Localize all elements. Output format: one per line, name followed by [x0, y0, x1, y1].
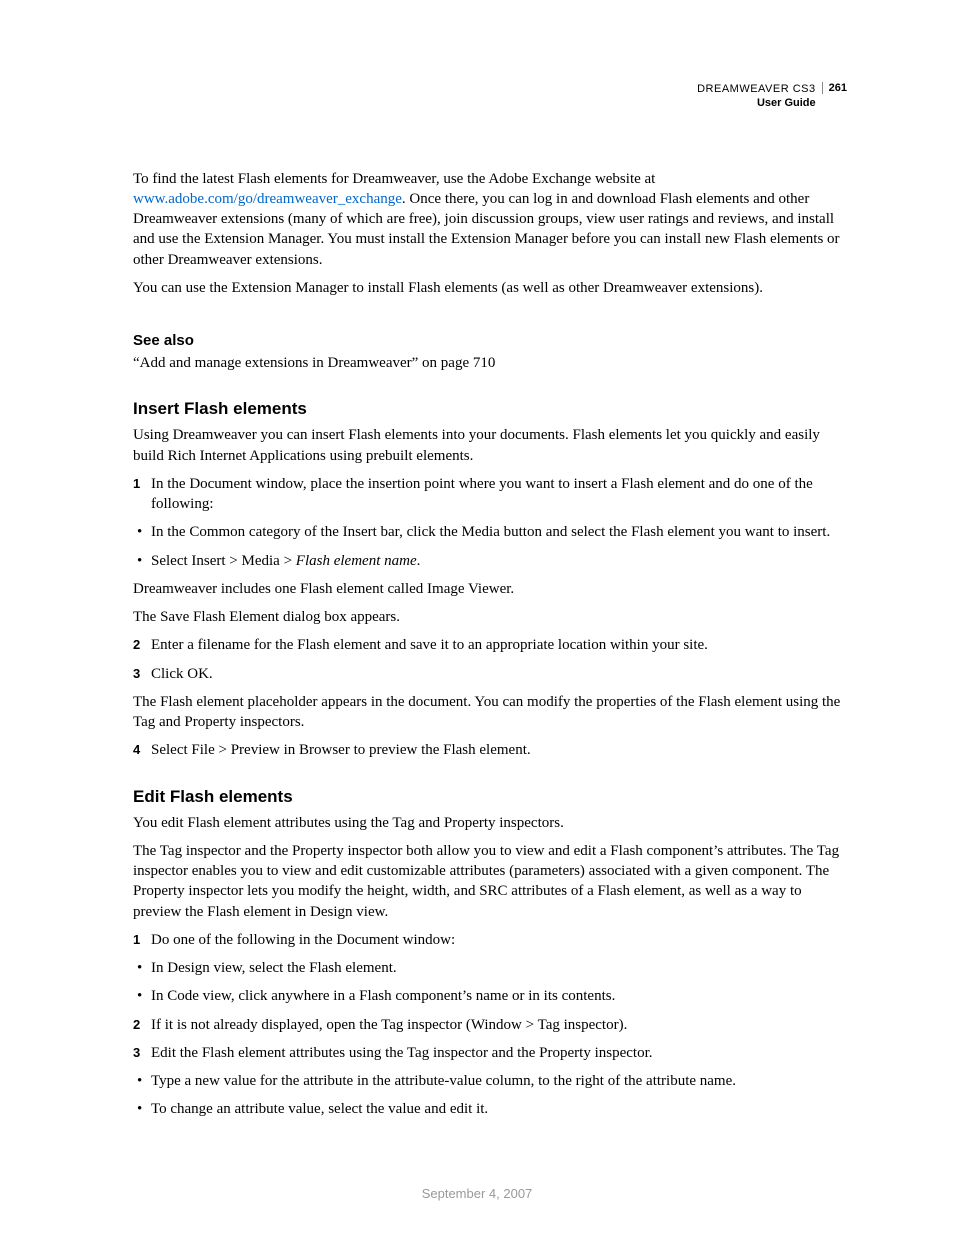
edit-description: The Tag inspector and the Property inspe… — [133, 841, 847, 922]
page-header: DREAMWEAVER CS3 User Guide 261 — [133, 82, 847, 111]
guide-label: User Guide — [697, 96, 816, 110]
exchange-link[interactable]: www.adobe.com/go/dreamweaver_exchange — [133, 191, 402, 207]
step-1: 1 In the Document window, place the inse… — [133, 474, 847, 515]
bullet-item: • In Code view, click anywhere in a Flas… — [133, 986, 847, 1006]
step-number: 2 — [133, 635, 151, 655]
intro-paragraph-1: To find the latest Flash elements for Dr… — [133, 169, 847, 270]
bullet-icon: • — [137, 958, 151, 978]
step-3: 3 Click OK. — [133, 664, 847, 684]
bullet-text: Type a new value for the attribute in th… — [151, 1071, 736, 1091]
step-number: 1 — [133, 474, 151, 515]
step-4: 4 Select File > Preview in Browser to pr… — [133, 740, 847, 760]
bullet-text: In Design view, select the Flash element… — [151, 958, 397, 978]
bullet-icon: • — [137, 1071, 151, 1091]
step-1: 1 Do one of the following in the Documen… — [133, 930, 847, 950]
section-heading-insert: Insert Flash elements — [133, 399, 847, 419]
step-number: 4 — [133, 740, 151, 760]
step-3: 3 Edit the Flash element attributes usin… — [133, 1043, 847, 1063]
insert-intro: Using Dreamweaver you can insert Flash e… — [133, 425, 847, 466]
step-2: 2 Enter a filename for the Flash element… — [133, 635, 847, 655]
bullet-item: • In Design view, select the Flash eleme… — [133, 958, 847, 978]
bullet-icon: • — [137, 986, 151, 1006]
edit-flash-section: Edit Flash elements You edit Flash eleme… — [133, 787, 847, 1120]
document-page: DREAMWEAVER CS3 User Guide 261 To find t… — [0, 0, 954, 1120]
page-number: 261 — [822, 82, 847, 94]
intro-paragraph-2: You can use the Extension Manager to ins… — [133, 278, 847, 298]
bullet-item: • In the Common category of the Insert b… — [133, 522, 847, 542]
see-also-heading: See also — [133, 332, 847, 349]
section-heading-edit: Edit Flash elements — [133, 787, 847, 807]
insert-note-2: The Save Flash Element dialog box appear… — [133, 607, 847, 627]
step-text: Enter a filename for the Flash element a… — [151, 635, 708, 655]
step-text: Edit the Flash element attributes using … — [151, 1043, 652, 1063]
bullet-text: In the Common category of the Insert bar… — [151, 522, 830, 542]
step-2: 2 If it is not already displayed, open t… — [133, 1015, 847, 1035]
bullet-icon: • — [137, 522, 151, 542]
bullet-text-pre: Select Insert > Media > — [151, 553, 296, 569]
insert-note-3: The Flash element placeholder appears in… — [133, 692, 847, 733]
step-number: 3 — [133, 1043, 151, 1063]
step-text: If it is not already displayed, open the… — [151, 1015, 627, 1035]
bullet-item: • To change an attribute value, select t… — [133, 1099, 847, 1119]
step-text: Click OK. — [151, 664, 213, 684]
see-also-section: See also “Add and manage extensions in D… — [133, 332, 847, 373]
footer-date: September 4, 2007 — [0, 1186, 954, 1201]
step-text: Do one of the following in the Document … — [151, 930, 455, 950]
bullet-icon: • — [137, 1099, 151, 1119]
step-number: 2 — [133, 1015, 151, 1035]
see-also-reference: “Add and manage extensions in Dreamweave… — [133, 353, 847, 373]
product-title: DREAMWEAVER CS3 — [697, 82, 816, 96]
edit-intro: You edit Flash element attributes using … — [133, 813, 847, 833]
bullet-icon: • — [137, 551, 151, 571]
bullet-item: • Type a new value for the attribute in … — [133, 1071, 847, 1091]
header-text-block: DREAMWEAVER CS3 User Guide — [697, 82, 822, 111]
bullet-text-post: . — [417, 553, 421, 569]
bullet-text: Select Insert > Media > Flash element na… — [151, 551, 420, 571]
step-text: Select File > Preview in Browser to prev… — [151, 740, 531, 760]
intro-text-pre: To find the latest Flash elements for Dr… — [133, 171, 655, 187]
insert-note-1: Dreamweaver includes one Flash element c… — [133, 579, 847, 599]
bullet-text: In Code view, click anywhere in a Flash … — [151, 986, 615, 1006]
bullet-item: • Select Insert > Media > Flash element … — [133, 551, 847, 571]
bullet-text-italic: Flash element name — [296, 553, 417, 569]
insert-flash-section: Insert Flash elements Using Dreamweaver … — [133, 399, 847, 760]
bullet-text: To change an attribute value, select the… — [151, 1099, 488, 1119]
step-number: 3 — [133, 664, 151, 684]
step-number: 1 — [133, 930, 151, 950]
step-text: In the Document window, place the insert… — [151, 474, 847, 515]
